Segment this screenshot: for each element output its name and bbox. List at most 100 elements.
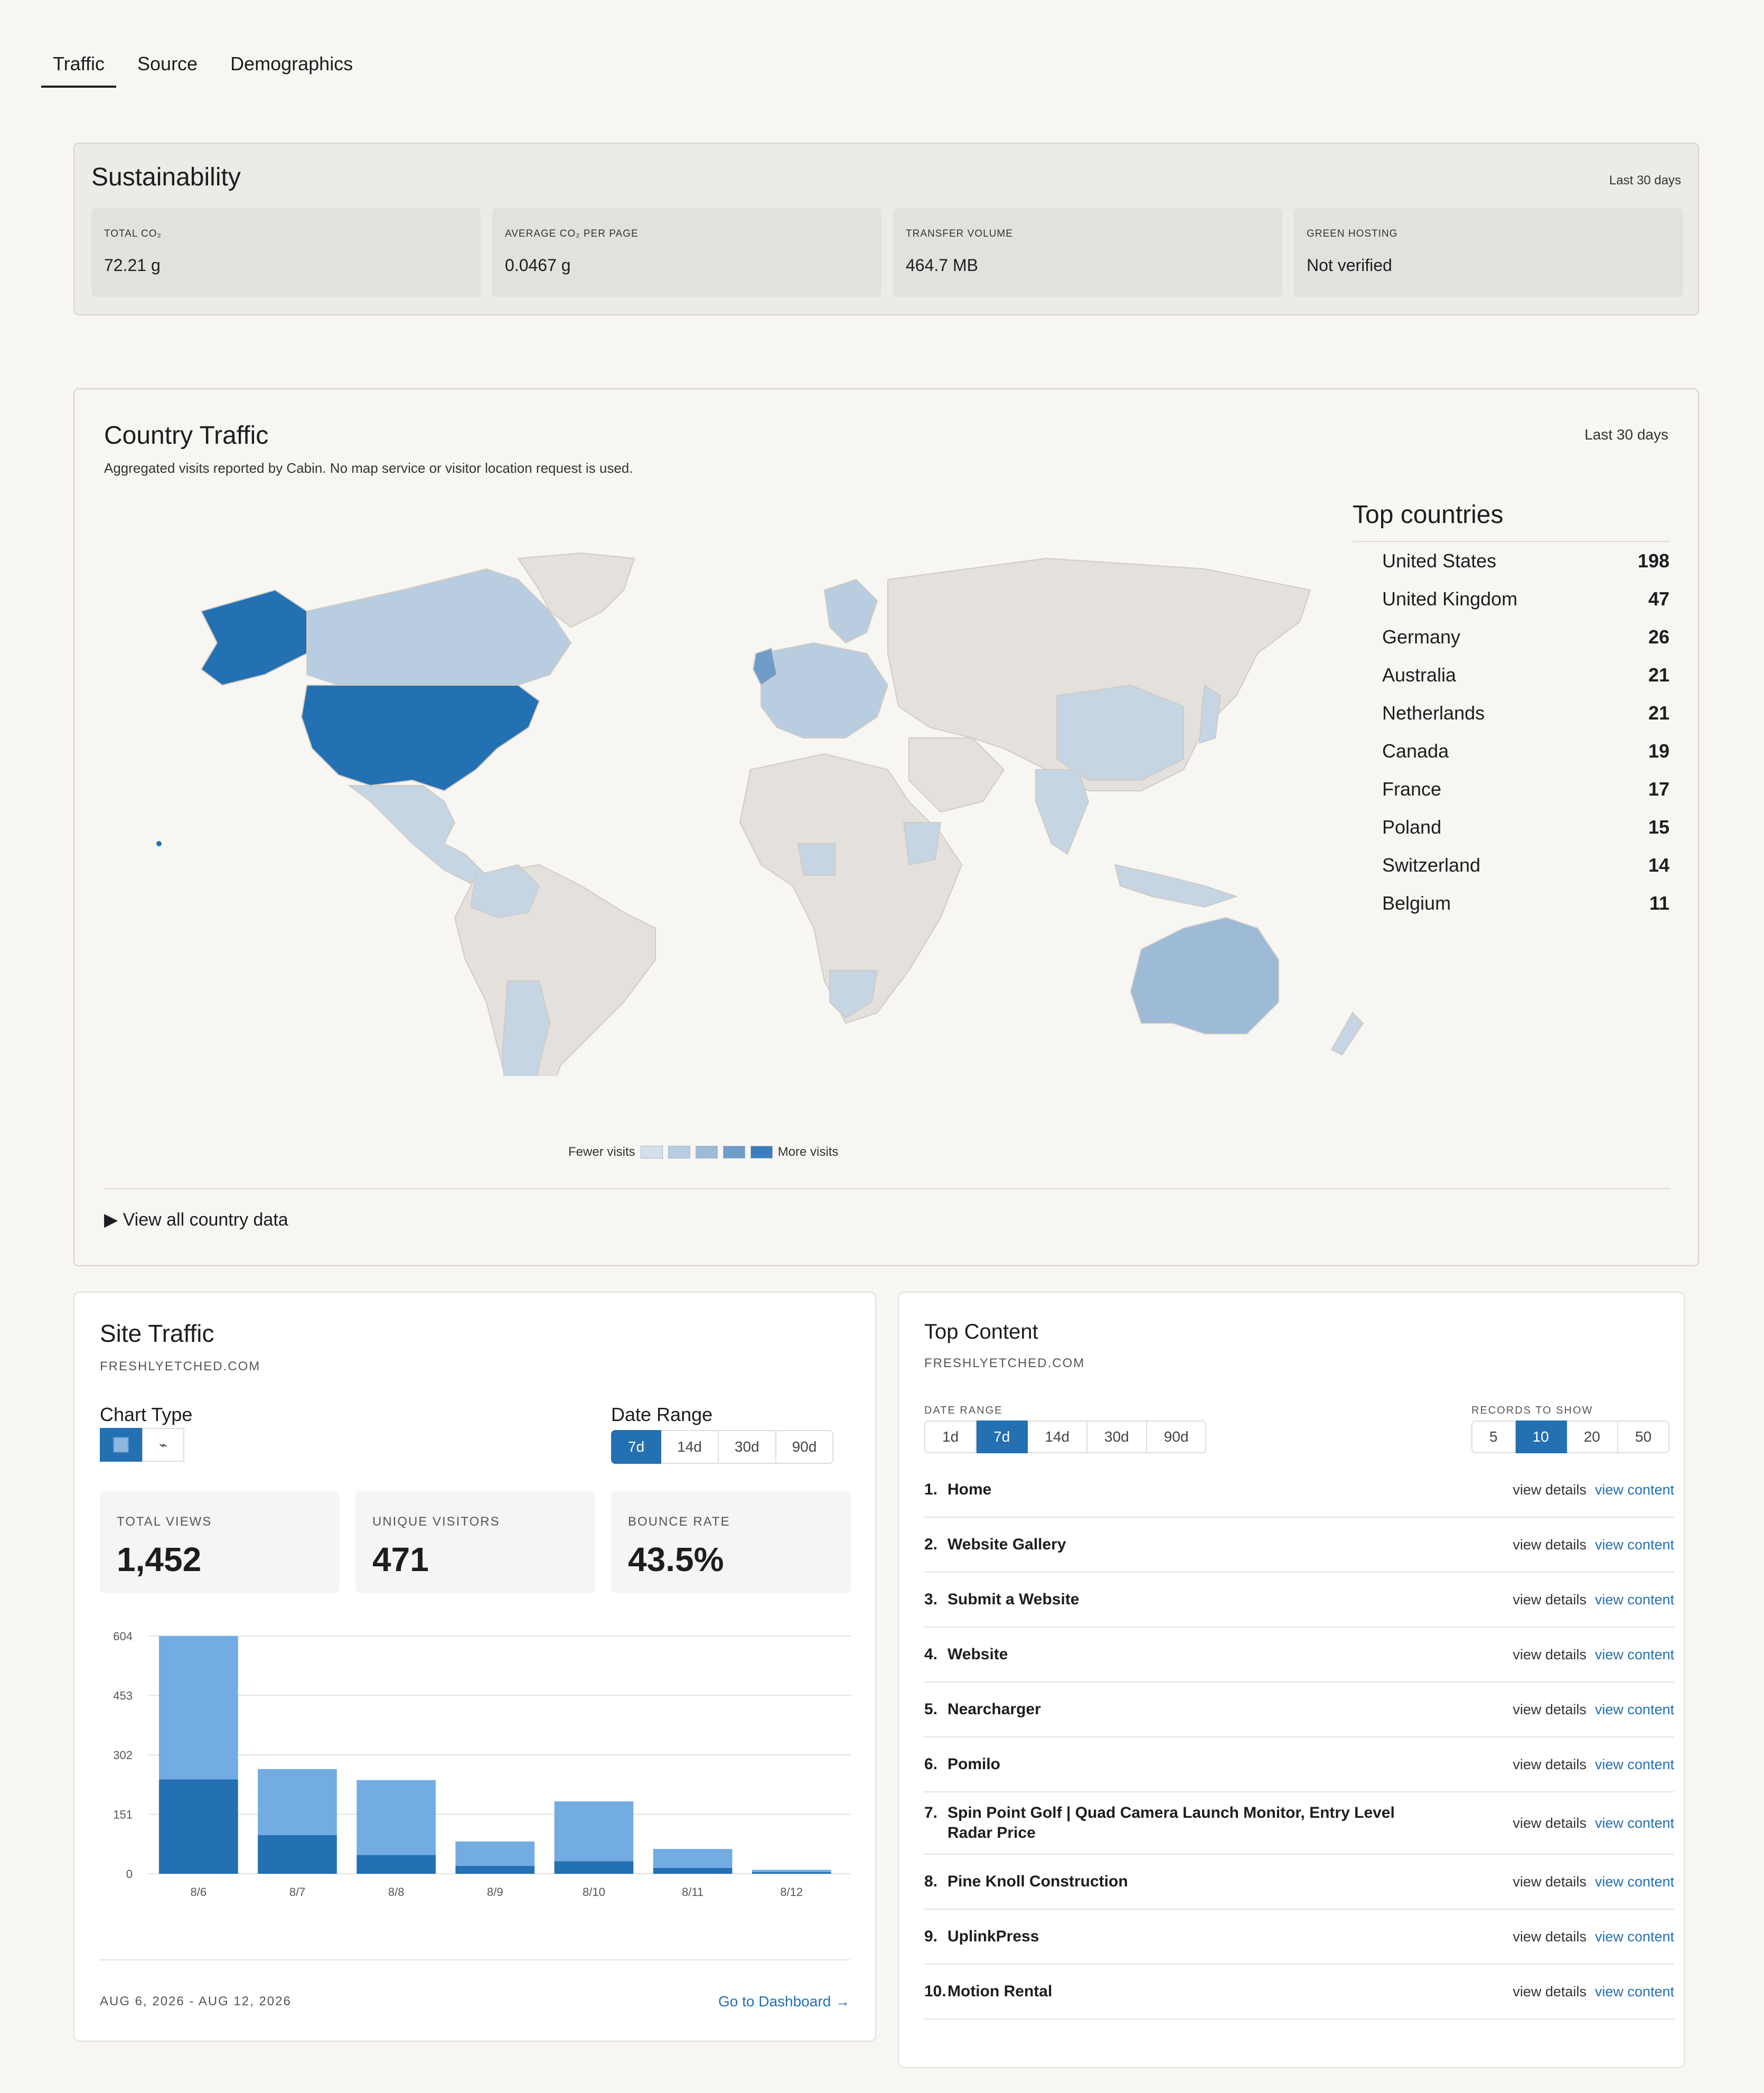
east-africa-shape (903, 822, 942, 866)
top-content-panel: Top Content FRESHLYETCHED.COM DATE RANGE… (898, 1292, 1685, 2068)
bar-segment-0[interactable] (356, 1855, 436, 1874)
card-value: Not verified (1307, 256, 1392, 275)
country-name: Switzerland (1382, 854, 1481, 876)
x-tick-label: 8/7 (289, 1885, 306, 1899)
legend-swatch (640, 1146, 663, 1158)
bar-segment-0[interactable] (653, 1867, 733, 1874)
content-title: 1. Home (924, 1480, 1431, 1500)
view-content-link[interactable]: view content (1595, 1929, 1674, 1945)
view-details-link[interactable]: view details (1513, 1815, 1587, 1831)
go-to-dashboard-link[interactable]: Go to Dashboard → (718, 1993, 850, 2010)
world-map (156, 552, 1364, 1076)
line-chart-button[interactable]: ⌁ (142, 1428, 184, 1462)
view-content-link[interactable]: view content (1595, 1874, 1674, 1890)
range-7d-button[interactable]: 7d (611, 1430, 662, 1464)
bar-segment-1[interactable] (554, 1801, 634, 1862)
range-1d-button[interactable]: 1d (924, 1421, 977, 1453)
bar-segment-0[interactable] (554, 1861, 634, 1874)
usa-shape (301, 685, 540, 792)
transfer-volume-card: TRANSFER VOLUME 464.7 MB (893, 208, 1282, 297)
bar-segment-1[interactable] (159, 1636, 238, 1780)
content-title: 5. Nearcharger (924, 1699, 1431, 1720)
top-country-row: Poland 15 (1353, 808, 1669, 846)
view-details-link[interactable]: view details (1513, 1756, 1587, 1772)
bar-segment-1[interactable] (752, 1870, 831, 1873)
view-content-link[interactable]: view content (1595, 1702, 1674, 1717)
content-row: 2. Website Gallery view details view conten… (924, 1518, 1674, 1573)
top-country-row: Belgium 11 (1353, 884, 1669, 922)
tab-traffic[interactable]: Traffic (41, 48, 117, 88)
nigeria-shape (797, 843, 836, 876)
bar-segment-0[interactable] (258, 1835, 337, 1874)
card-value: 72.21 g (104, 256, 161, 275)
date-range-label: DATE RANGE (924, 1405, 1003, 1416)
card-label: GREEN HOSTING (1307, 228, 1398, 239)
country-traffic-subtitle: Aggregated visits reported by Cabin. No … (104, 460, 633, 476)
top-country-row: France 17 (1353, 770, 1669, 808)
view-details-link[interactable]: view details (1513, 1647, 1587, 1662)
legend-swatch (723, 1146, 745, 1158)
bar-chart-icon (113, 1437, 129, 1453)
tab-demographics[interactable]: Demographics (219, 48, 364, 88)
content-name: Pomilo (947, 1755, 1001, 1773)
view-details-link[interactable]: view details (1513, 1929, 1587, 1945)
view-content-link[interactable]: view content (1595, 1537, 1674, 1553)
content-title: 3. Submit a Website (924, 1590, 1431, 1610)
bar-segment-1[interactable] (653, 1849, 733, 1868)
top-country-row: Germany 26 (1353, 618, 1669, 656)
range-14d-button[interactable]: 14d (1028, 1421, 1088, 1453)
content-row: 10. Motion Rental view details view content (924, 1965, 1674, 2020)
view-details-link[interactable]: view details (1513, 1984, 1587, 1999)
bar-segment-1[interactable] (258, 1769, 337, 1835)
divider (100, 1959, 850, 1960)
new-zealand-shape (1330, 1012, 1364, 1056)
records-20-button[interactable]: 20 (1566, 1421, 1618, 1453)
bar-chart-button[interactable] (100, 1428, 142, 1462)
divider (104, 1188, 1671, 1189)
green-hosting-card: GREEN HOSTING Not verified (1294, 208, 1683, 297)
top-country-row: United States 198 (1353, 542, 1669, 580)
x-tick-label: 8/12 (780, 1885, 803, 1899)
range-30d-button[interactable]: 30d (718, 1430, 776, 1464)
records-50-button[interactable]: 50 (1618, 1421, 1670, 1453)
view-details-link[interactable]: view details (1513, 1537, 1587, 1553)
content-title: 2. Website Gallery (924, 1535, 1431, 1555)
range-7d-button[interactable]: 7d (977, 1421, 1028, 1453)
x-tick-label: 8/11 (682, 1885, 703, 1899)
australia-shape (1130, 917, 1279, 1034)
range-14d-button[interactable]: 14d (661, 1430, 719, 1464)
view-content-link[interactable]: view content (1595, 1592, 1674, 1608)
view-details-link[interactable]: view details (1513, 1874, 1587, 1890)
country-name: Germany (1382, 626, 1461, 648)
view-content-link[interactable]: view content (1595, 1647, 1674, 1662)
records-10-button[interactable]: 10 (1515, 1421, 1567, 1453)
view-details-link[interactable]: view details (1513, 1702, 1587, 1717)
view-all-country-data-toggle[interactable]: ▶ View all country data (104, 1209, 288, 1230)
content-name: Home (947, 1481, 992, 1498)
view-content-link[interactable]: view content (1595, 1815, 1674, 1831)
legend-swatch (668, 1146, 690, 1158)
bar-segment-1[interactable] (356, 1780, 436, 1855)
range-30d-button[interactable]: 30d (1087, 1421, 1147, 1453)
bar-segment-0[interactable] (752, 1872, 831, 1874)
records-5-button[interactable]: 5 (1471, 1421, 1516, 1453)
legend-swatch (750, 1146, 773, 1158)
bar-segment-1[interactable] (455, 1841, 535, 1866)
country-visits: 14 (1648, 854, 1669, 876)
range-90d-button[interactable]: 90d (776, 1430, 834, 1464)
view-content-link[interactable]: view content (1595, 1756, 1674, 1772)
range-90d-button[interactable]: 90d (1147, 1421, 1207, 1453)
view-content-link[interactable]: view content (1595, 1482, 1674, 1498)
view-details-link[interactable]: view details (1513, 1592, 1587, 1608)
tab-source[interactable]: Source (126, 48, 209, 88)
bar-segment-0[interactable] (455, 1866, 535, 1874)
bar-segment-0[interactable] (159, 1779, 238, 1874)
top-country-row: Canada 19 (1353, 732, 1669, 770)
main-tabs: Traffic Source Demographics (41, 48, 374, 88)
country-visits: 21 (1648, 702, 1669, 724)
content-actions: view details view content (1513, 1702, 1674, 1718)
country-name: United Kingdom (1382, 588, 1518, 610)
view-content-link[interactable]: view content (1595, 1984, 1674, 1999)
country-visits: 15 (1648, 816, 1669, 838)
view-details-link[interactable]: view details (1513, 1482, 1587, 1498)
